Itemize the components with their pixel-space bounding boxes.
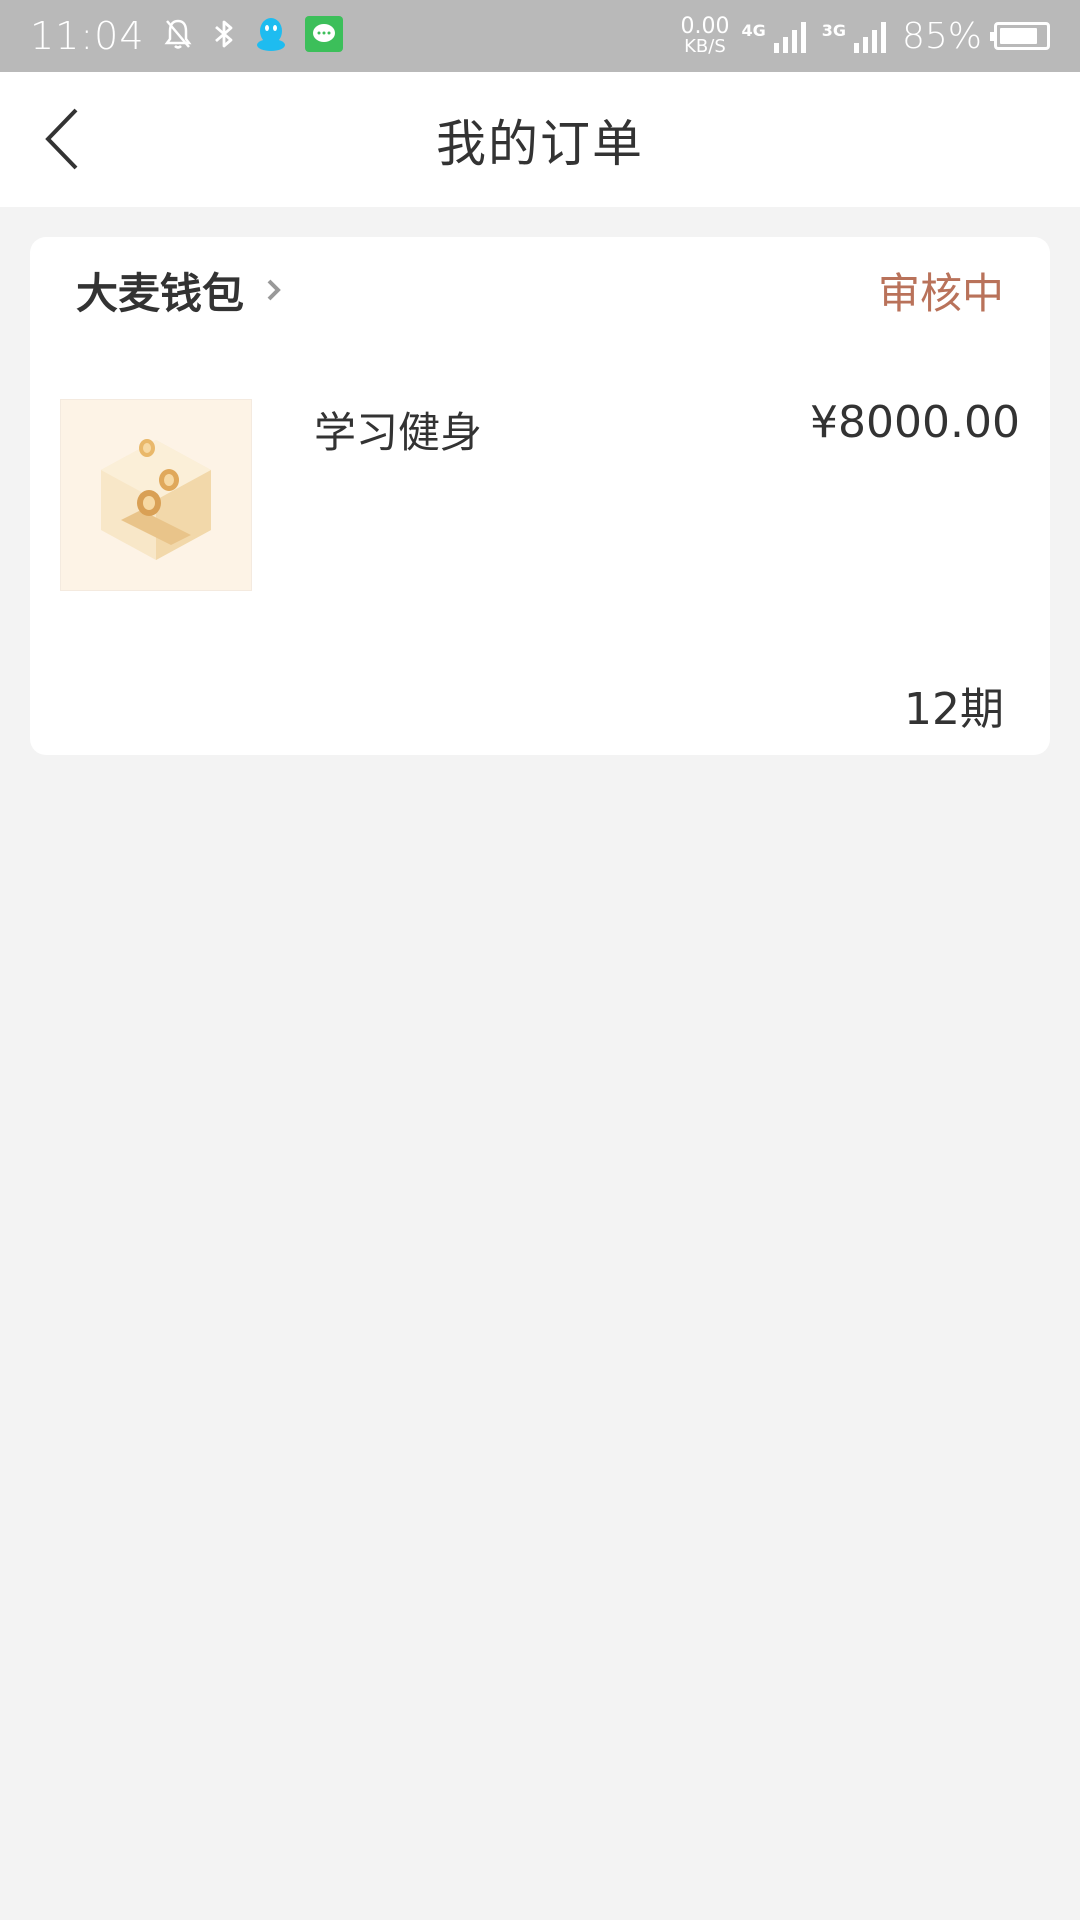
- signal-3g-label: 3G: [821, 21, 846, 40]
- net-speed: 0.00 KB/S: [680, 16, 729, 56]
- signal-bars-icon: [853, 22, 886, 53]
- product-name: 学习健身: [314, 408, 483, 457]
- chevron-left-icon: [45, 108, 78, 170]
- order-price: ¥8000.00: [810, 397, 1020, 448]
- back-button[interactable]: [40, 102, 100, 177]
- signal-4g-label: 4G: [741, 21, 766, 40]
- order-card[interactable]: 大麦钱包 审核中 学习健身 ¥8000.00 12期: [30, 237, 1050, 755]
- merchant-link[interactable]: 大麦钱包: [76, 260, 284, 321]
- battery-fill: [1000, 28, 1038, 44]
- page-title: 我的订单: [436, 114, 644, 173]
- status-bar: 11:04 0.00 KB/S 4G 3G 85%: [0, 0, 1080, 72]
- status-right: 0.00 KB/S 4G 3G 85%: [680, 16, 1050, 57]
- merchant-name: 大麦钱包: [76, 268, 245, 318]
- installment-term: 12期: [904, 684, 1004, 735]
- net-speed-value: 0.00: [680, 14, 730, 39]
- product-image: [60, 399, 252, 591]
- chevron-right-icon: [267, 279, 281, 301]
- status-time: 11:04: [30, 14, 145, 58]
- signal-3g: 3G: [822, 19, 890, 53]
- order-card-header: 大麦钱包 审核中: [30, 237, 1050, 343]
- header: 我的订单: [0, 72, 1080, 207]
- coin-box-icon: [101, 439, 211, 560]
- net-speed-unit: KB/S: [684, 36, 726, 57]
- battery-percent: 85%: [901, 15, 982, 57]
- signal-4g: 4G: [741, 19, 809, 53]
- bluetooth-icon: [211, 17, 237, 55]
- signal-bars-icon: [773, 22, 806, 53]
- status-left: 11:04: [30, 14, 343, 58]
- message-app-icon: [304, 16, 343, 56]
- order-status: 审核中: [877, 268, 1004, 318]
- qq-icon: [255, 15, 287, 57]
- bell-off-icon: [163, 17, 193, 55]
- battery-icon: [990, 22, 1050, 50]
